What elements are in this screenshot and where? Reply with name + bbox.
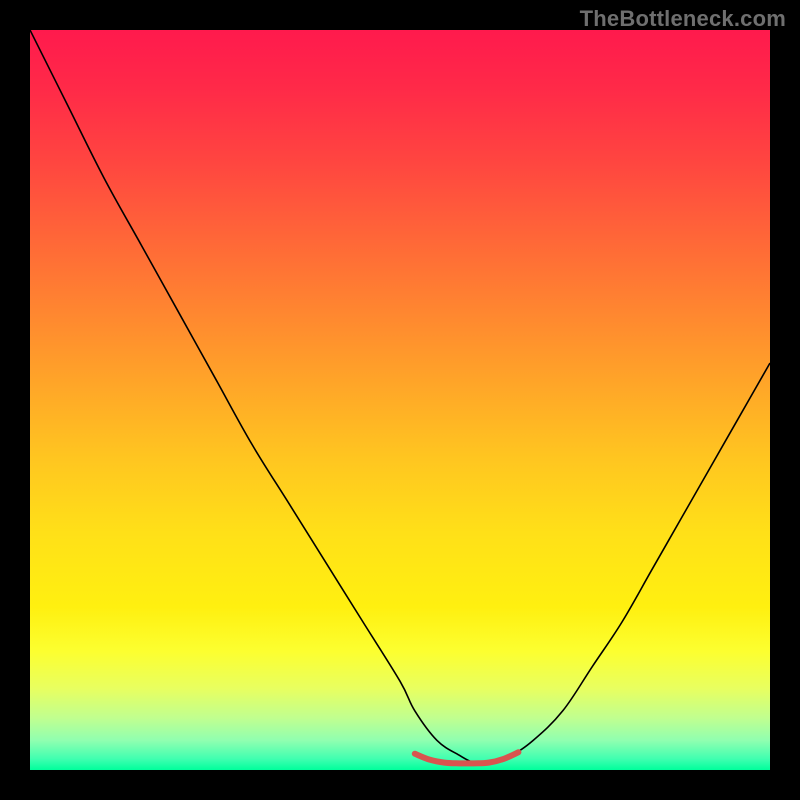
bottleneck-curve bbox=[30, 30, 770, 764]
chart-svg bbox=[30, 30, 770, 770]
chart-container: TheBottleneck.com bbox=[0, 0, 800, 800]
plot-area bbox=[30, 30, 770, 770]
optimal-zone-curve bbox=[415, 752, 519, 763]
watermark-text: TheBottleneck.com bbox=[580, 6, 786, 32]
